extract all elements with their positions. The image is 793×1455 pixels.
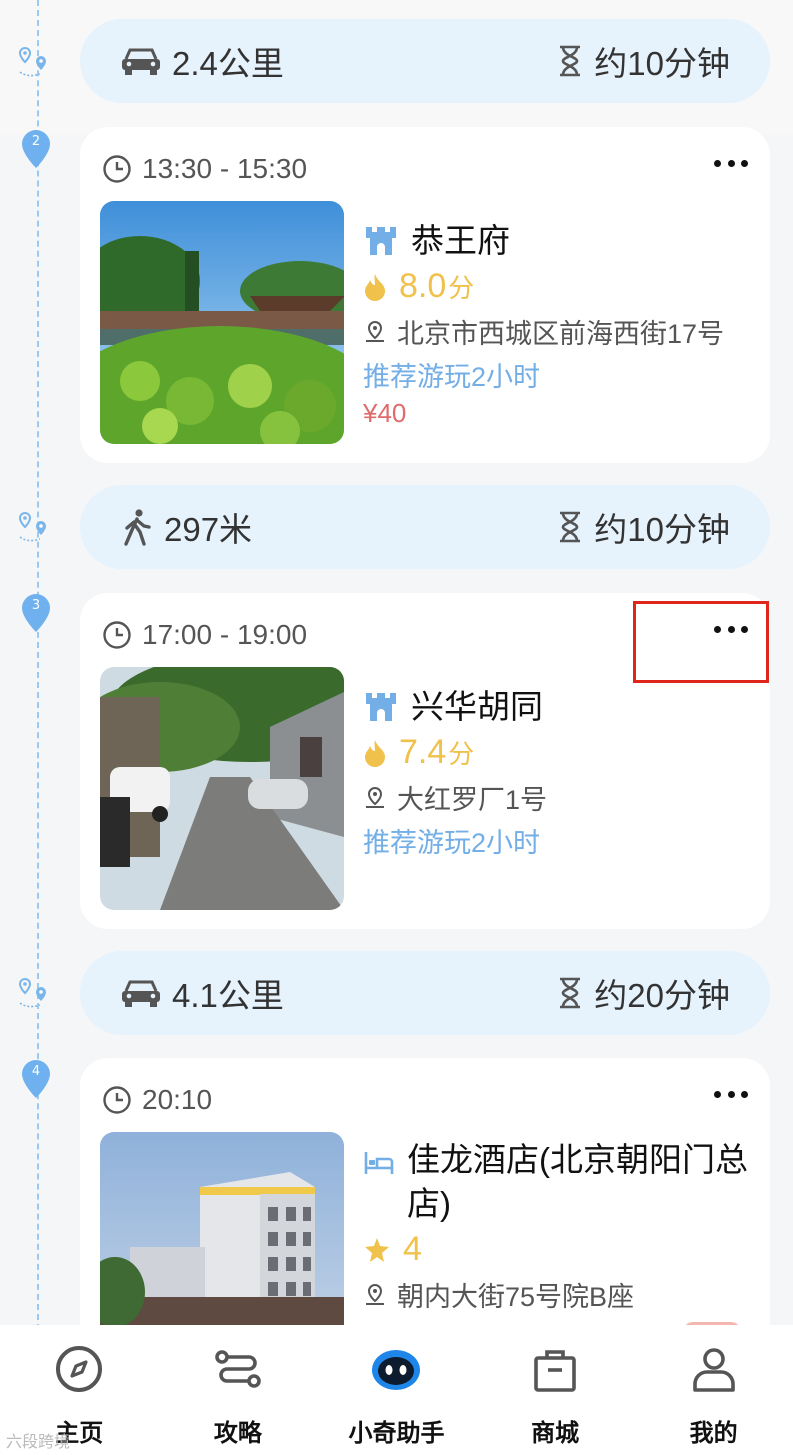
route-duration: 约10分钟 — [556, 503, 730, 551]
compass-icon — [56, 1346, 103, 1392]
time-text: 17:00 - 19:00 — [142, 619, 308, 650]
attraction-title-row[interactable]: 兴华胡同 — [363, 685, 753, 729]
tab-label: 攻略 — [213, 1420, 262, 1447]
hourglass-icon — [560, 45, 581, 77]
highlight-box — [633, 601, 769, 683]
distance-text: 2.4公里 — [172, 45, 284, 82]
tab-label: 我的 — [689, 1420, 738, 1447]
address-row: 北京市西城区前海西街17号 — [363, 312, 753, 351]
time-range: 13:30 - 15:30 — [102, 153, 307, 185]
itinerary-card[interactable]: 20:10 佳龙酒店(北京朝阳门总店) 4 朝内大街75号院B座 — [80, 1058, 770, 1375]
star-icon — [365, 1237, 389, 1262]
castle-icon — [366, 693, 396, 721]
hotel-title-row[interactable]: 佳龙酒店(北京朝阳门总店) — [363, 1138, 753, 1226]
tab-shop[interactable]: 商城 — [476, 1325, 635, 1455]
attraction-info: 兴华胡同 7.4 分 大红罗厂1号 推荐游玩2小时 — [363, 685, 753, 860]
route-segment[interactable]: 297米 约10分钟 — [80, 485, 770, 569]
watermark: 六段跨境 — [6, 1434, 71, 1451]
user-icon — [692, 1348, 735, 1392]
location-icon — [366, 786, 384, 808]
hourglass-icon — [560, 511, 581, 543]
itinerary-card[interactable]: 13:30 - 15:30 恭王府 8.0 分 北京市西城区前海西街17号 推荐… — [80, 127, 770, 463]
bed-icon — [364, 1152, 394, 1174]
score-value: 4 — [403, 1230, 422, 1268]
duration-text: 约10分钟 — [594, 45, 730, 82]
time-text: 20:10 — [142, 1084, 213, 1115]
route-distance: 2.4公里 — [120, 37, 284, 85]
attraction-photo[interactable] — [100, 201, 344, 444]
castle-icon — [366, 227, 396, 255]
attraction-name: 兴华胡同 — [411, 688, 543, 725]
hourglass-icon — [560, 977, 581, 1009]
ticket-price: ¥40 — [363, 398, 407, 428]
address-text: 大红罗厂1号 — [397, 785, 548, 815]
tab-assistant[interactable]: 小奇助手 — [317, 1325, 476, 1455]
score-row: 7.4 分 — [363, 733, 753, 772]
route-points-icon — [18, 977, 46, 1008]
score-value: 7.4 — [399, 733, 447, 771]
recommend-duration: 推荐游玩2小时 — [363, 362, 541, 392]
route-distance: 4.1公里 — [120, 969, 284, 1017]
route-points-icon — [18, 46, 46, 77]
route-guide-icon — [215, 1350, 261, 1388]
timeline-pin: 3 — [20, 592, 52, 632]
duration-text: 约20分钟 — [594, 977, 730, 1014]
timeline-pin: 4 — [20, 1058, 52, 1098]
robot-icon — [372, 1350, 421, 1390]
attraction-name: 恭王府 — [411, 222, 510, 259]
score-unit: 分 — [448, 273, 475, 303]
more-options-button[interactable] — [714, 1088, 748, 1100]
pin-number: 2 — [31, 134, 41, 149]
recommend-duration: 推荐游玩2小时 — [363, 828, 541, 858]
score-row: 4 — [363, 1230, 753, 1269]
shopping-bag-icon — [534, 1350, 576, 1392]
distance-text: 4.1公里 — [172, 977, 284, 1014]
walk-icon — [124, 509, 151, 546]
bottom-tab-bar: 主页 攻略 小奇助手 商城 我的 — [0, 1325, 793, 1455]
route-points-icon — [18, 511, 46, 542]
route-duration: 约20分钟 — [556, 969, 730, 1017]
route-segment[interactable]: 2.4公里 约10分钟 — [80, 19, 770, 103]
score-row: 8.0 分 — [363, 267, 753, 306]
time-range: 20:10 — [102, 1084, 212, 1116]
address-text: 朝内大街75号院B座 — [397, 1282, 635, 1312]
tab-label: 小奇助手 — [348, 1420, 445, 1447]
attraction-photo[interactable] — [100, 667, 344, 910]
timeline-pin: 2 — [20, 128, 52, 168]
clock-icon — [103, 621, 131, 649]
distance-text: 297米 — [164, 511, 253, 548]
route-distance: 297米 — [120, 503, 252, 551]
duration-text: 约10分钟 — [594, 511, 730, 548]
location-icon — [366, 320, 384, 342]
address-row: 大红罗厂1号 — [363, 778, 753, 817]
attraction-info: 恭王府 8.0 分 北京市西城区前海西街17号 推荐游玩2小时 ¥40 — [363, 219, 753, 429]
car-icon — [122, 980, 160, 1007]
car-icon — [122, 48, 160, 75]
route-duration: 约10分钟 — [556, 37, 730, 85]
flame-icon — [365, 739, 385, 767]
time-range: 17:00 - 19:00 — [102, 619, 307, 651]
flame-icon — [365, 273, 385, 301]
time-text: 13:30 - 15:30 — [142, 153, 308, 184]
tab-label: 商城 — [531, 1420, 580, 1447]
pin-number: 4 — [31, 1064, 41, 1079]
tab-profile[interactable]: 我的 — [634, 1325, 793, 1455]
more-options-button[interactable] — [714, 157, 748, 169]
address-row: 朝内大街75号院B座 — [363, 1275, 753, 1314]
address-text: 北京市西城区前海西街17号 — [397, 319, 725, 349]
clock-icon — [103, 155, 131, 183]
hotel-info: 佳龙酒店(北京朝阳门总店) 4 朝内大街75号院B座 — [363, 1138, 753, 1314]
score-value: 8.0 — [399, 267, 447, 305]
pin-number: 3 — [31, 598, 41, 613]
location-icon — [366, 1283, 384, 1305]
attraction-title-row[interactable]: 恭王府 — [363, 219, 753, 263]
tab-guide[interactable]: 攻略 — [159, 1325, 318, 1455]
route-segment[interactable]: 4.1公里 约20分钟 — [80, 951, 770, 1035]
timeline-line — [37, 0, 39, 1330]
clock-icon — [103, 1086, 131, 1114]
score-unit: 分 — [448, 739, 475, 769]
hotel-name: 佳龙酒店(北京朝阳门总店) — [407, 1141, 748, 1222]
